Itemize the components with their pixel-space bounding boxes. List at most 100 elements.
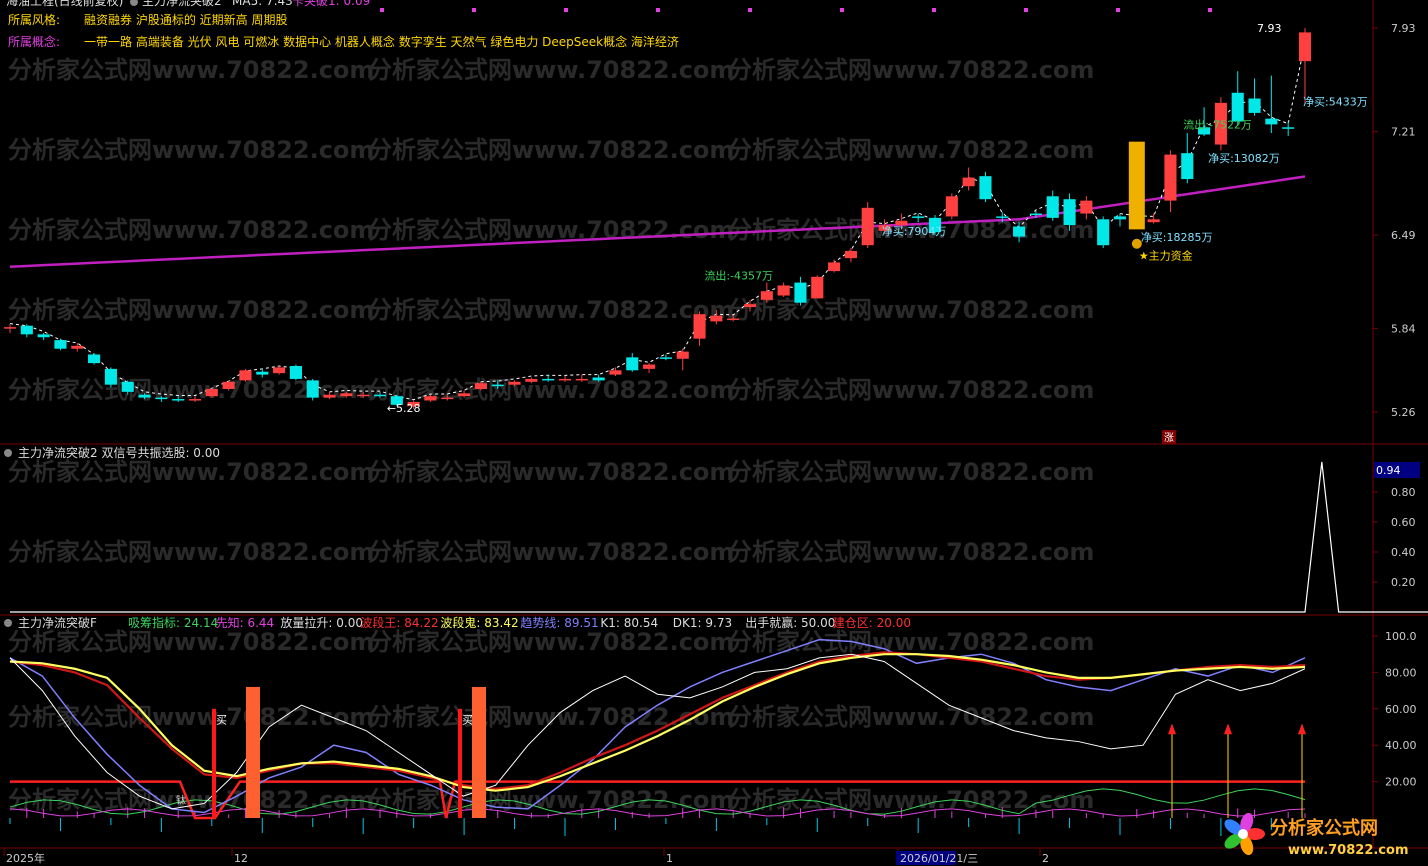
- low-readout: 吸筹指标: 24.14: [128, 615, 218, 630]
- annotation-main-capital: ★主力资金: [1139, 249, 1193, 263]
- watermark-text: 分析家公式网www.70822.com: [728, 458, 1094, 486]
- zhang-label: 涨: [1164, 432, 1174, 444]
- watermark-layer: 分析家公式网www.70822.com分析家公式网www.70822.com分析…: [8, 56, 1094, 814]
- mid-axis-label: 0.20: [1391, 576, 1416, 589]
- watermark-text: 分析家公式网www.70822.com: [728, 376, 1094, 404]
- main-indicator-label: 主力净流突破2: [142, 0, 222, 8]
- candle: [1282, 121, 1295, 136]
- candle: [306, 378, 319, 401]
- signal-dot: [1024, 8, 1028, 12]
- watermark-text: 分析家公式网www.70822.com: [8, 458, 374, 486]
- signal-arrow-head: [1168, 723, 1176, 735]
- annotation-netbuy-3: 净买:5433万: [1303, 95, 1368, 109]
- candle: [289, 364, 302, 381]
- candle: [1265, 75, 1278, 134]
- candle: [88, 353, 101, 365]
- low-readout: K1: 80.54: [600, 616, 658, 630]
- candle: [71, 342, 84, 352]
- annotation-netbuy-2: 净买:13082万: [1208, 151, 1280, 165]
- collapse-icon[interactable]: [4, 449, 12, 457]
- site-logo: [1224, 812, 1265, 856]
- candle: [811, 275, 824, 299]
- high-label: 7.93: [1257, 22, 1282, 35]
- mid-panel-title: 主力净流突破2 双信号共振选股: 0.00: [18, 445, 220, 460]
- candle: [20, 324, 33, 338]
- watermark-text: 分析家公式网www.70822.com: [368, 628, 734, 656]
- price-tick-label: 5.26: [1391, 406, 1416, 419]
- watermark-text: 分析家公式网www.70822.com: [368, 703, 734, 731]
- candle: [1046, 190, 1059, 221]
- watermark-text: 分析家公式网www.70822.com: [728, 296, 1094, 324]
- x-axis-label: 2025年: [6, 851, 45, 865]
- low-axis-label: 100.0: [1385, 630, 1417, 643]
- low-readout: 波段鬼: 83.42: [440, 615, 518, 630]
- candle: [844, 248, 857, 263]
- signal-dot: [472, 8, 476, 12]
- candle: [659, 354, 672, 361]
- x-axis-label: 12: [234, 852, 248, 865]
- x-axis-label: 2: [1042, 852, 1049, 865]
- price-tick-label: 7.21: [1391, 126, 1416, 139]
- candle: [626, 353, 639, 372]
- logo-text: 分析家公式网: [1270, 817, 1378, 839]
- concept-value: 一带一路 高端装备 光伏 风电 可燃冰 数据中心 机器人概念 数字孪生 天然气 …: [84, 34, 679, 49]
- logo-url: www.70822.com: [1288, 843, 1409, 858]
- low-readout: 建仓区: 20.00: [833, 616, 911, 630]
- watermark-text: 分析家公式网www.70822.com: [368, 136, 734, 164]
- volume-bar-2: [472, 686, 486, 818]
- signal-dot: [1208, 8, 1212, 12]
- candle: [979, 171, 992, 203]
- candle: [945, 193, 958, 220]
- watermark-text: 分析家公式网www.70822.com: [368, 216, 734, 244]
- watermark-text: 分析家公式网www.70822.com: [368, 458, 734, 486]
- candle: [54, 338, 67, 351]
- annotation-outflow-2: 流出:-7522万: [1183, 118, 1252, 132]
- signal-dot: [1116, 8, 1120, 12]
- collapse-icon[interactable]: [4, 619, 12, 627]
- mid-axis-label: 0.60: [1391, 516, 1416, 529]
- candle: [222, 380, 235, 391]
- candle: [861, 202, 874, 249]
- ma-readout: MA5: 7.43: [232, 0, 293, 8]
- candle: [777, 282, 790, 297]
- candle: [104, 367, 117, 388]
- main-capital-bar: [1128, 141, 1145, 230]
- mid-axis-label: 0.80: [1391, 486, 1416, 499]
- signal-dot: [840, 8, 844, 12]
- low-axis-label: 40.00: [1385, 739, 1417, 752]
- signal-arrow-head: [1298, 723, 1306, 735]
- watermark-text: 分析家公式网www.70822.com: [368, 296, 734, 324]
- low-axis-label: 80.00: [1385, 666, 1417, 679]
- candle: [1147, 213, 1160, 224]
- low-readout: 趋势线: 89.51: [520, 616, 598, 630]
- watermark-text: 分析家公式网www.70822.com: [8, 538, 374, 566]
- main-title: 海油工程(日线前复权): [6, 0, 123, 8]
- candle: [1231, 71, 1244, 126]
- mid-axis-label: 0.40: [1391, 546, 1416, 559]
- collapse-icon[interactable]: [130, 0, 138, 6]
- watermark-text: 分析家公式网www.70822.com: [368, 56, 734, 84]
- low-panel-title: 主力净流突破F: [18, 615, 97, 630]
- watermark-text: 分析家公式网www.70822.com: [8, 56, 374, 84]
- concept-label: 所属概念:: [8, 34, 60, 49]
- watermark-text: 分析家公式网www.70822.com: [8, 216, 374, 244]
- annotation-netbuy-4: 净买:18285万: [1141, 230, 1213, 244]
- other-readout: 卡突破1: 0.09: [292, 0, 370, 8]
- candle: [643, 363, 656, 374]
- signal-dot: [564, 8, 568, 12]
- candle: [962, 167, 975, 191]
- watermark-text: 分析家公式网www.70822.com: [728, 56, 1094, 84]
- candle: [1298, 28, 1312, 105]
- price-tick-label: 5.84: [1391, 323, 1416, 336]
- watermark-text: 分析家公式网www.70822.com: [8, 296, 374, 324]
- candle: [1164, 150, 1177, 213]
- watermark-text: 分析家公式网www.70822.com: [368, 786, 734, 814]
- candle: [1113, 213, 1127, 227]
- candle: [794, 276, 807, 306]
- signal-arrow-head: [1224, 723, 1232, 735]
- low-readout: 放量拉升: 0.00: [280, 615, 363, 630]
- x-axis-label: 1: [666, 852, 673, 865]
- candle: [1248, 78, 1261, 116]
- watermark-text: 分析家公式网www.70822.com: [728, 703, 1094, 731]
- watermark-text: 分析家公式网www.70822.com: [368, 538, 734, 566]
